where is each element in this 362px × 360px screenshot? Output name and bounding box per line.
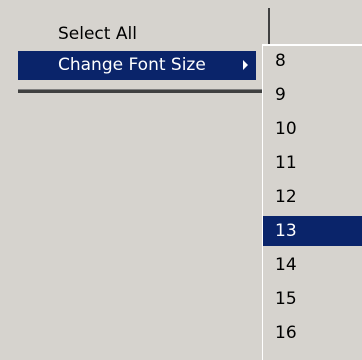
font-size-option-10[interactable]: 10: [263, 114, 362, 144]
font-size-option-16[interactable]: 16: [263, 318, 362, 348]
font-size-option-label: 15: [275, 289, 297, 309]
font-size-option-label: 14: [275, 255, 297, 275]
screen: Select All Change Font Size 8 9 10 11 12…: [0, 0, 362, 360]
submenu-arrow-icon: [243, 60, 248, 70]
menu-item-select-all[interactable]: Select All: [18, 20, 256, 49]
font-size-option-label: 11: [275, 153, 297, 173]
divider-line: [268, 8, 270, 44]
menu-shadow-edge: [18, 89, 266, 93]
font-size-option-label: 10: [275, 119, 297, 139]
font-size-option-13[interactable]: 13: [263, 216, 362, 246]
font-size-option-14[interactable]: 14: [263, 250, 362, 280]
menu-item-change-font-size[interactable]: Change Font Size: [18, 51, 256, 80]
font-size-option-9[interactable]: 9: [263, 80, 362, 110]
font-size-option-8[interactable]: 8: [263, 46, 362, 76]
menu-item-label: Select All: [58, 24, 137, 44]
font-size-option-label: 9: [275, 85, 286, 105]
font-size-option-11[interactable]: 11: [263, 148, 362, 178]
font-size-option-label: 16: [275, 323, 297, 343]
font-size-submenu: 8 9 10 11 12 13 14 15 16: [262, 46, 362, 360]
font-size-option-label: 12: [275, 187, 297, 207]
font-size-option-12[interactable]: 12: [263, 182, 362, 212]
menu-item-label: Change Font Size: [58, 55, 206, 75]
context-menu: Select All Change Font Size: [8, 14, 266, 98]
font-size-option-label: 13: [275, 221, 297, 241]
font-size-option-label: 8: [275, 51, 286, 71]
font-size-option-15[interactable]: 15: [263, 284, 362, 314]
